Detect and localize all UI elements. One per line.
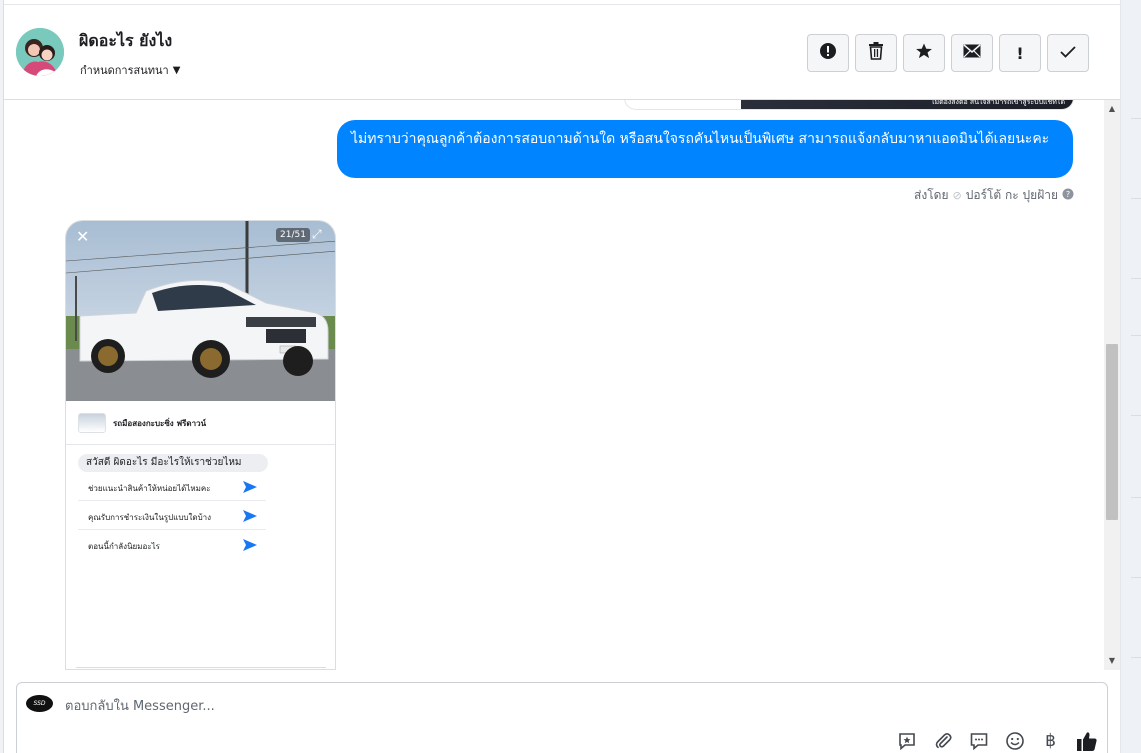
send-arrow-icon xyxy=(242,479,258,495)
sent-by-label: ส่งโดย xyxy=(914,188,949,202)
photo-counter: 21/51 xyxy=(276,228,310,242)
previous-card-image: ไม่ต้องส่งต่อ สนใจสามารถเข้าสู่ระบบแชทได… xyxy=(741,100,1073,109)
outgoing-message-bubble[interactable]: ไม่ทราบว่าคุณลูกค้าต้องการสอบถามด้านใด ห… xyxy=(337,120,1073,178)
star-icon xyxy=(915,42,933,64)
mark-unread-button[interactable] xyxy=(951,34,993,72)
help-icon[interactable]: ? xyxy=(1062,188,1074,203)
incoming-image-message[interactable]: ✕ 21/51 ⤢ รถมือสองกะบะซิ่ง ฟรีดาวน์ สวัส… xyxy=(65,220,336,670)
scroll-up-arrow-icon[interactable]: ▲ xyxy=(1104,102,1120,116)
previous-card-text: ไม่ต้องส่งต่อ สนใจสามารถเข้าสู่ระบบแชทได… xyxy=(930,100,1065,106)
contact-avatar[interactable] xyxy=(16,28,64,76)
shop-header: รถมือสองกะบะซิ่ง ฟรีดาวน์ xyxy=(66,401,335,445)
greeting-message: สวัสดี ผิดอะไร มีอะไรให้เราช่วยไหม xyxy=(78,454,268,472)
send-arrow-icon xyxy=(242,537,258,553)
verified-icon: ⊘ xyxy=(952,189,962,202)
quick-reply-3: ตอนนี้กำลังนิยมอะไร xyxy=(78,531,266,559)
scrollbar-thumb[interactable] xyxy=(1106,344,1118,520)
reply-composer: SSD ฿ xyxy=(16,682,1108,753)
paperclip-icon xyxy=(935,732,952,748)
page-avatar: SSD xyxy=(26,695,53,712)
exclamation-icon: ! xyxy=(1016,43,1024,63)
previous-message-card[interactable]: ไม่ต้องส่งต่อ สนใจสามารถเข้าสู่ระบบแชทได… xyxy=(624,100,1074,110)
saved-reply-button[interactable] xyxy=(895,729,918,752)
shop-name: รถมือสองกะบะซิ่ง ฟรีดาวน์ xyxy=(113,419,207,428)
sent-by-info: ส่งโดย ⊘ ปอร์โต้ กะ ปุยฝ้าย ? xyxy=(914,186,1074,205)
caret-down-icon: ▼ xyxy=(172,64,181,76)
right-side-strip xyxy=(1120,0,1141,753)
alert-circle-icon xyxy=(819,42,837,64)
saved-reply-icon xyxy=(898,732,915,750)
chat-bubble-icon xyxy=(970,732,987,750)
screenshot-bottom-divider xyxy=(76,667,326,668)
quick-reply-text: ช่วยแนะนำสินค้าให้หน่อยได้ไหมคะ xyxy=(88,484,211,493)
close-icon[interactable]: ✕ xyxy=(76,227,89,246)
composer-toolbar: ฿ xyxy=(895,729,1098,752)
mark-done-button[interactable] xyxy=(1047,34,1089,72)
baht-icon: ฿ xyxy=(1045,730,1056,751)
send-arrow-icon xyxy=(242,508,258,524)
conversation-header: ผิดอะไร ยังไง กำหนดการสนทนา ▼ ! xyxy=(4,4,1120,100)
star-button[interactable] xyxy=(903,34,945,72)
payment-button[interactable]: ฿ xyxy=(1039,729,1062,752)
sender-name[interactable]: ปอร์โต้ กะ ปุยฝ้าย xyxy=(966,186,1058,205)
pickup-truck-photo: ✕ 21/51 ⤢ xyxy=(66,221,335,401)
delete-button[interactable] xyxy=(855,34,897,72)
smiley-icon xyxy=(1005,731,1024,750)
chat-reply-button[interactable] xyxy=(967,729,990,752)
thread-scrollbar[interactable]: ▲ ▼ xyxy=(1104,100,1120,670)
assign-label: กำหนดการสนทนา xyxy=(80,64,169,77)
header-toolbar: ! xyxy=(807,34,1089,72)
expand-icon[interactable]: ⤢ xyxy=(312,227,322,242)
scroll-down-arrow-icon[interactable]: ▼ xyxy=(1104,654,1120,668)
quick-reply-text: คุณรับการชำระเงินในรูปแบบใดบ้าง xyxy=(88,513,212,522)
mail-icon xyxy=(963,44,981,62)
svg-text:?: ? xyxy=(1066,190,1070,199)
mark-important-button[interactable]: ! xyxy=(999,34,1041,72)
trash-icon xyxy=(868,42,884,64)
shop-thumbnail xyxy=(78,413,106,433)
like-button[interactable] xyxy=(1075,729,1098,752)
thumbs-up-icon xyxy=(1076,731,1097,751)
assign-conversation-dropdown[interactable]: กำหนดการสนทนา ▼ xyxy=(80,61,180,79)
quick-reply-2: คุณรับการชำระเงินในรูปแบบใดบ้าง xyxy=(78,502,266,530)
mark-spam-button[interactable] xyxy=(807,34,849,72)
quick-reply-1: ช่วยแนะนำสินค้าให้หน่อยได้ไหมคะ xyxy=(78,473,266,501)
check-icon xyxy=(1060,44,1076,62)
messenger-inbox: ผิดอะไร ยังไง กำหนดการสนทนา ▼ ! ไม่ต้องส… xyxy=(0,0,1141,753)
contact-name: ผิดอะไร ยังไง xyxy=(79,31,173,50)
emoji-button[interactable] xyxy=(1003,729,1026,752)
attach-button[interactable] xyxy=(931,729,954,752)
quick-reply-text: ตอนนี้กำลังนิยมอะไร xyxy=(88,542,160,551)
reply-input[interactable] xyxy=(65,697,765,715)
message-thread[interactable]: ไม่ต้องส่งต่อ สนใจสามารถเข้าสู่ระบบแชทได… xyxy=(4,100,1104,670)
